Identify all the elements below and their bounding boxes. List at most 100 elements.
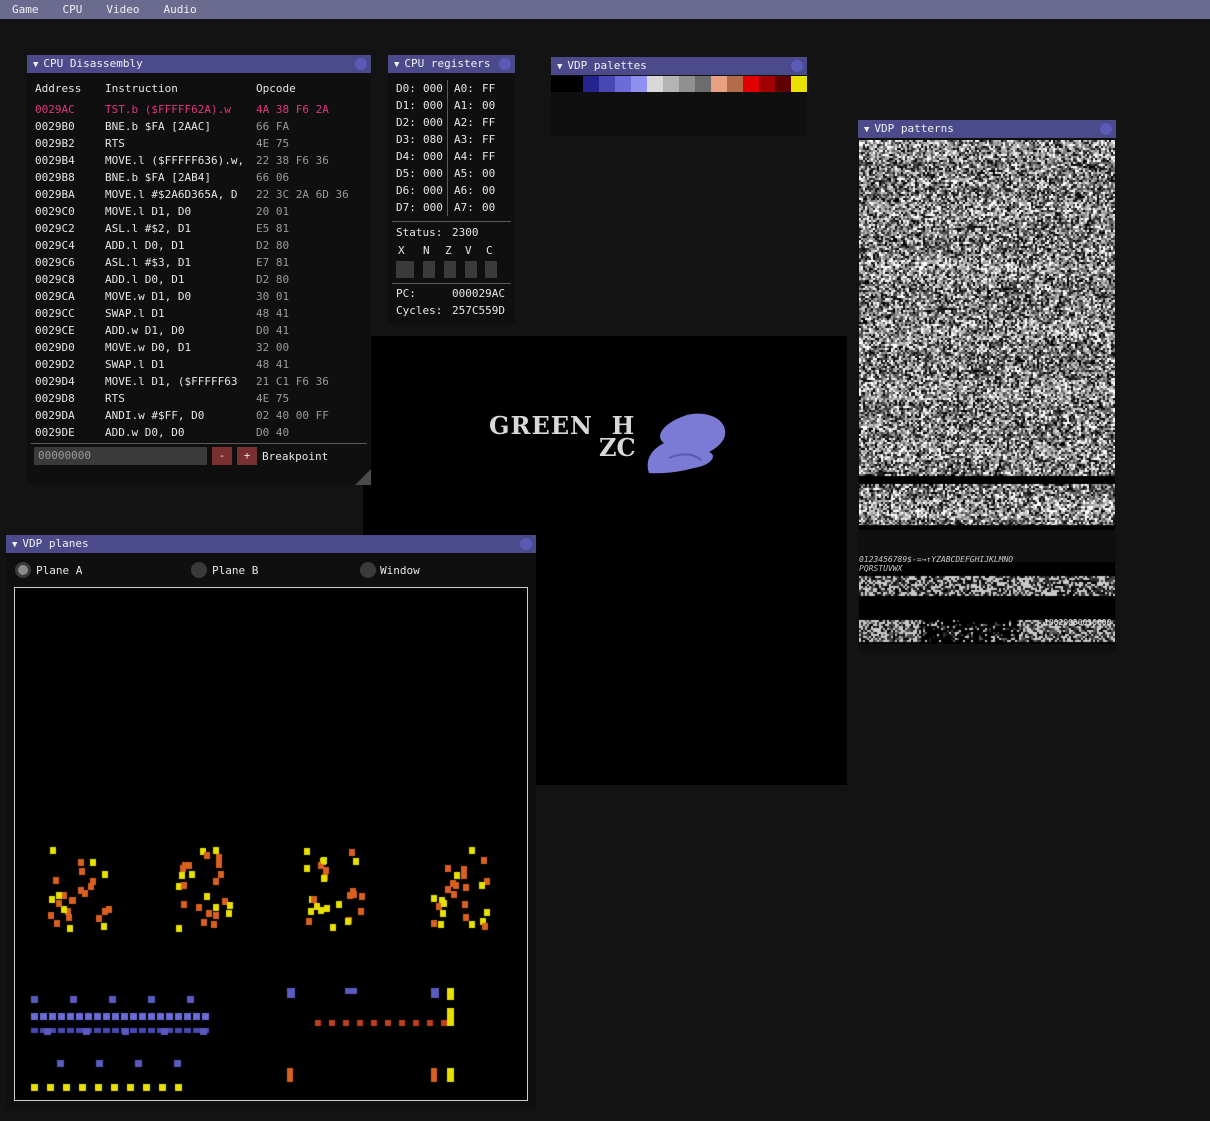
pattern-tiles-view[interactable] [859,140,1115,530]
menu-game[interactable]: Game [0,0,51,19]
window-radio[interactable] [360,562,376,578]
palettes-titlebar[interactable]: ▼ VDP palettes [551,57,807,75]
palette-swatch[interactable] [775,76,791,92]
disasm-opcode[interactable]: 48 41 [256,356,289,373]
disasm-opcode[interactable]: 30 01 [256,288,289,305]
disasm-address[interactable]: 0029BA [35,186,75,203]
disasm-opcode[interactable]: 21 C1 F6 36 [256,373,329,390]
disasm-address[interactable]: 0029DA [35,407,75,424]
palette-swatch[interactable] [647,76,663,92]
disasm-address[interactable]: 0029AC [35,101,75,118]
flag-c-checkbox[interactable] [485,261,497,278]
palette-swatch[interactable] [599,76,615,92]
disasm-address[interactable]: 0029B2 [35,135,75,152]
disasm-opcode[interactable]: D0 40 [256,424,289,441]
palette-swatch[interactable] [711,76,727,92]
plane-a-radio[interactable] [15,562,31,578]
disasm-instruction[interactable]: MOVE.l #$2A6D365A, D [105,186,237,203]
disasm-instruction[interactable]: RTS [105,390,125,407]
palette-swatch[interactable] [759,76,775,92]
disasm-opcode[interactable]: 20 01 [256,203,289,220]
palette-swatch[interactable] [583,76,599,92]
collapse-arrow-icon[interactable]: ▼ [394,56,399,74]
palette-swatch[interactable] [551,76,567,92]
disasm-address[interactable]: 0029C4 [35,237,75,254]
disasm-address[interactable]: 0029D2 [35,356,75,373]
flag-x-checkbox[interactable] [396,261,414,278]
disasm-instruction[interactable]: ANDI.w #$FF, D0 [105,407,204,424]
breakpoint-plus-button[interactable]: + [237,447,257,465]
palette-swatch[interactable] [567,76,583,92]
planes-titlebar[interactable]: ▼ VDP planes [6,535,536,553]
collapse-arrow-icon[interactable]: ▼ [864,121,869,139]
disasm-address[interactable]: 0029CC [35,305,75,322]
resize-grip-icon[interactable] [355,469,371,485]
disasm-opcode[interactable]: 4E 75 [256,390,289,407]
close-icon[interactable] [520,538,532,550]
patterns-titlebar[interactable]: ▼ VDP patterns [858,120,1116,138]
disasm-address[interactable]: 0029B4 [35,152,75,169]
disasm-opcode[interactable]: D2 80 [256,237,289,254]
flag-n-checkbox[interactable] [423,261,435,278]
disasm-opcode[interactable]: 66 06 [256,169,289,186]
palette-swatch[interactable] [663,76,679,92]
disasm-opcode[interactable]: 32 00 [256,339,289,356]
close-icon[interactable] [499,58,511,70]
disasm-address[interactable]: 0029DE [35,424,75,441]
disasm-address[interactable]: 0029D8 [35,390,75,407]
close-icon[interactable] [791,60,803,72]
menu-audio[interactable]: Audio [152,0,209,19]
window-label[interactable]: Window [380,562,420,579]
disasm-instruction[interactable]: MOVE.w D1, D0 [105,288,191,305]
close-icon[interactable] [1100,123,1112,135]
pattern-tiles-lower-view[interactable] [859,562,1115,644]
disasm-address[interactable]: 0029D4 [35,373,75,390]
collapse-arrow-icon[interactable]: ▼ [557,58,562,76]
disasm-address[interactable]: 0029B0 [35,118,75,135]
disasm-instruction[interactable]: MOVE.l D1, ($FFFFF63 [105,373,237,390]
disasm-instruction[interactable]: TST.b ($FFFFF62A).w [105,101,231,118]
disasm-address[interactable]: 0029C8 [35,271,75,288]
palette-swatch[interactable] [695,76,711,92]
disasm-instruction[interactable]: ASL.l #$3, D1 [105,254,191,271]
disassembly-titlebar[interactable]: ▼ CPU Disassembly [27,55,371,73]
disasm-address[interactable]: 0029C6 [35,254,75,271]
disasm-opcode[interactable]: D0 41 [256,322,289,339]
disasm-opcode[interactable]: E7 81 [256,254,289,271]
disasm-instruction[interactable]: ADD.w D1, D0 [105,322,184,339]
plane-b-radio[interactable] [191,562,207,578]
disasm-opcode[interactable]: D2 80 [256,271,289,288]
palette-swatch[interactable] [727,76,743,92]
menu-cpu[interactable]: CPU [51,0,95,19]
disasm-instruction[interactable]: ADD.l D0, D1 [105,271,184,288]
disasm-instruction[interactable]: MOVE.l D1, D0 [105,203,191,220]
plane-a-label[interactable]: Plane A [36,562,82,579]
collapse-arrow-icon[interactable]: ▼ [12,536,17,554]
flag-v-checkbox[interactable] [465,261,477,278]
menu-video[interactable]: Video [94,0,151,19]
breakpoint-minus-button[interactable]: - [212,447,232,465]
breakpoint-input[interactable]: 00000000 [34,447,207,465]
disasm-opcode[interactable]: 4E 75 [256,135,289,152]
palette-swatch[interactable] [791,76,807,92]
palette-swatch[interactable] [679,76,695,92]
flag-z-checkbox[interactable] [444,261,456,278]
plane-view[interactable] [14,587,528,1101]
disasm-opcode[interactable]: 48 41 [256,305,289,322]
disasm-address[interactable]: 0029CA [35,288,75,305]
disasm-opcode[interactable]: 22 38 F6 36 [256,152,329,169]
disasm-instruction[interactable]: BNE.b $FA [2AAC] [105,118,211,135]
close-icon[interactable] [355,58,367,70]
disasm-instruction[interactable]: BNE.b $FA [2AB4] [105,169,211,186]
disasm-instruction[interactable]: ASL.l #$2, D1 [105,220,191,237]
disasm-instruction[interactable]: RTS [105,135,125,152]
disasm-instruction[interactable]: SWAP.l D1 [105,356,165,373]
disasm-address[interactable]: 0029CE [35,322,75,339]
disasm-address[interactable]: 0029C0 [35,203,75,220]
plane-b-label[interactable]: Plane B [212,562,258,579]
disasm-opcode[interactable]: 66 FA [256,118,289,135]
palette-swatch[interactable] [743,76,759,92]
disasm-instruction[interactable]: MOVE.w D0, D1 [105,339,191,356]
collapse-arrow-icon[interactable]: ▼ [33,56,38,74]
disasm-address[interactable]: 0029B8 [35,169,75,186]
